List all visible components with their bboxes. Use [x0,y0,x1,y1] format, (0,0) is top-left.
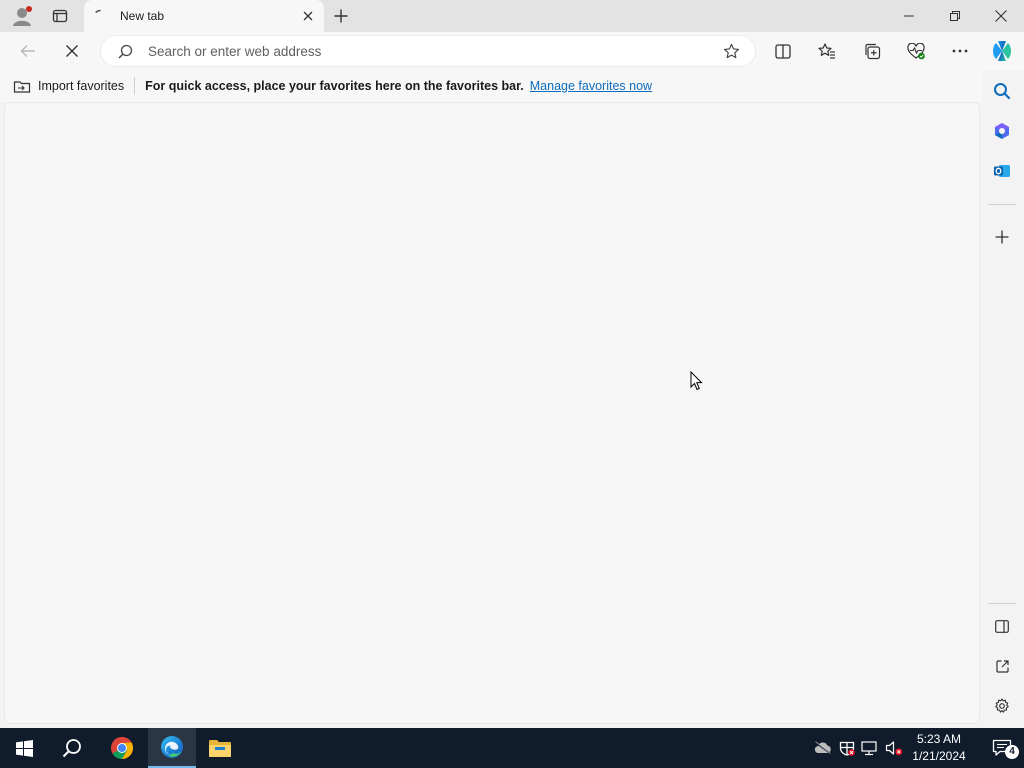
sidebar-divider [988,204,1016,205]
search-icon [117,43,133,59]
import-favorites-label: Import favorites [38,79,125,93]
mouse-cursor-icon [690,371,703,391]
windows-logo-icon [15,739,33,757]
onedrive-tray-icon[interactable] [813,738,833,758]
taskbar-file-explorer[interactable] [196,728,244,768]
collections-button[interactable] [857,36,887,66]
folder-icon [209,740,231,757]
sidebar-panel-icon [995,619,1009,633]
close-icon [303,11,313,21]
stop-loading-button[interactable] [57,36,87,66]
star-icon [723,43,739,58]
favorites-button[interactable] [812,36,842,66]
tab-actions-icon [52,9,68,23]
add-favorite-button[interactable] [717,37,745,65]
title-bar: New tab [0,0,1024,32]
settings-and-more-button[interactable] [945,36,975,66]
address-input[interactable] [148,39,717,63]
taskbar-chrome[interactable] [98,728,146,768]
defender-tray-icon[interactable] [837,738,857,758]
window-close-button[interactable] [978,0,1024,32]
sidebar-search-button[interactable] [988,77,1016,105]
split-screen-icon [775,43,791,59]
profile-button[interactable] [8,4,36,28]
taskbar: 5:23 AM 1/21/2024 4 [0,728,1024,768]
open-in-window-button[interactable] [988,652,1016,680]
plus-icon [334,9,348,23]
collections-icon [864,43,880,59]
favorites-bar: Import favorites For quick access, place… [0,70,982,102]
network-icon [861,740,877,755]
plus-icon [995,230,1009,244]
search-icon [994,83,1011,100]
outlook-icon [994,165,1010,177]
heart-pulse-icon [907,42,925,59]
notification-count-badge: 4 [1005,745,1019,759]
taskbar-clock[interactable]: 5:23 AM 1/21/2024 [906,731,972,765]
clock-date: 1/21/2024 [912,749,966,763]
external-link-icon [995,659,1009,673]
clock-time: 5:23 AM [916,732,962,746]
address-bar[interactable] [101,36,755,66]
hide-sidebar-button[interactable] [988,612,1016,640]
minimize-icon [904,15,914,17]
taskbar-edge[interactable] [148,728,196,768]
tab-actions-button[interactable] [46,4,74,28]
manage-favorites-link[interactable]: Manage favorites now [530,79,652,93]
more-icon [952,49,968,53]
restore-button[interactable] [932,0,978,32]
edge-sidebar [982,70,1024,728]
sidebar-settings-button[interactable] [988,692,1016,720]
network-tray-icon[interactable] [860,738,880,758]
restore-icon [950,11,960,21]
split-screen-button[interactable] [768,36,798,66]
navigation-toolbar [0,32,1024,70]
tab-title: New tab [120,9,165,23]
close-icon [66,45,78,57]
loading-spinner-icon [92,8,108,24]
action-center-button[interactable]: 4 [980,728,1024,768]
sidebar-outlook-button[interactable] [988,157,1016,185]
microsoft365-icon [995,123,1009,139]
new-tab-button[interactable] [327,4,355,28]
tab-close-button[interactable] [298,6,318,26]
favorites-star-icon [818,43,835,59]
browser-essentials-button[interactable] [901,36,931,66]
search-icon [62,739,81,758]
sidebar-add-button[interactable] [988,223,1016,251]
tab-new-tab[interactable]: New tab [84,0,324,32]
copilot-icon [993,41,1011,61]
sidebar-divider [988,603,1016,604]
close-icon [995,10,1007,22]
profile-icon [13,6,32,26]
gear-icon [995,698,1009,713]
volume-muted-icon [885,741,903,756]
taskbar-search-button[interactable] [48,728,96,768]
minimize-button[interactable] [886,0,932,32]
import-favorites-icon [13,78,31,94]
import-favorites-button[interactable]: Import favorites [13,77,136,95]
cloud-off-icon [814,741,832,755]
chrome-icon [111,737,133,759]
copilot-button[interactable] [987,36,1017,66]
page-content [4,102,980,724]
shield-icon [839,741,855,756]
back-button[interactable] [13,36,43,66]
start-button[interactable] [0,728,48,768]
volume-tray-icon[interactable] [884,738,904,758]
sidebar-microsoft365-button[interactable] [988,117,1016,145]
favorites-bar-message: For quick access, place your favorites h… [145,79,524,93]
edge-icon [161,736,183,758]
arrow-left-icon [20,45,35,57]
